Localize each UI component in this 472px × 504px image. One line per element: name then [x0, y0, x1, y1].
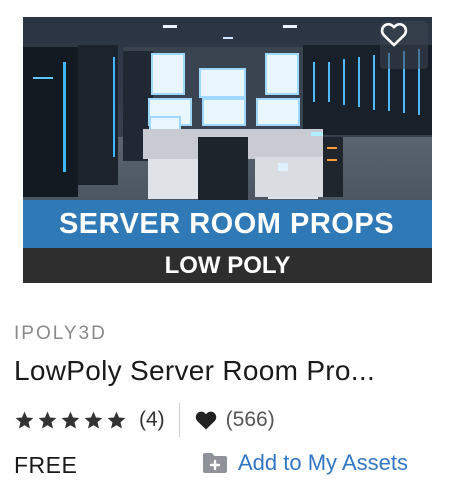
rating-row: (4) (566) — [14, 403, 275, 437]
star-icon — [84, 411, 103, 429]
banner-title-text: SERVER ROOM PROPS — [58, 207, 395, 240]
banner-subtitle-text: LOW POLY — [164, 251, 291, 279]
add-to-my-assets-button[interactable]: Add to My Assets — [202, 450, 408, 476]
add-to-my-assets-label: Add to My Assets — [238, 450, 408, 475]
star-icon — [38, 411, 57, 429]
star-rating — [14, 410, 127, 431]
banner-title: SERVER ROOM PROPS — [23, 200, 432, 248]
asset-thumbnail[interactable]: SERVER ROOM PROPS LOW POLY — [23, 17, 432, 283]
rating-count[interactable]: (4) — [139, 408, 165, 432]
favorite-count: (566) — [225, 408, 275, 431]
star-icon — [15, 411, 34, 429]
divider — [178, 403, 180, 437]
heart-filled-icon — [195, 411, 216, 430]
star-icon — [61, 411, 80, 429]
price: FREE — [14, 452, 78, 478]
folder-icon — [203, 453, 227, 473]
asset-title[interactable]: LowPoly Server Room Pro... — [14, 355, 444, 387]
banner-subtitle: LOW POLY — [23, 248, 432, 283]
favorite-button[interactable] — [380, 21, 428, 69]
publisher-name[interactable]: IPOLY3D — [14, 323, 107, 345]
heart-outline-icon — [380, 22, 408, 47]
star-icon — [107, 411, 126, 429]
